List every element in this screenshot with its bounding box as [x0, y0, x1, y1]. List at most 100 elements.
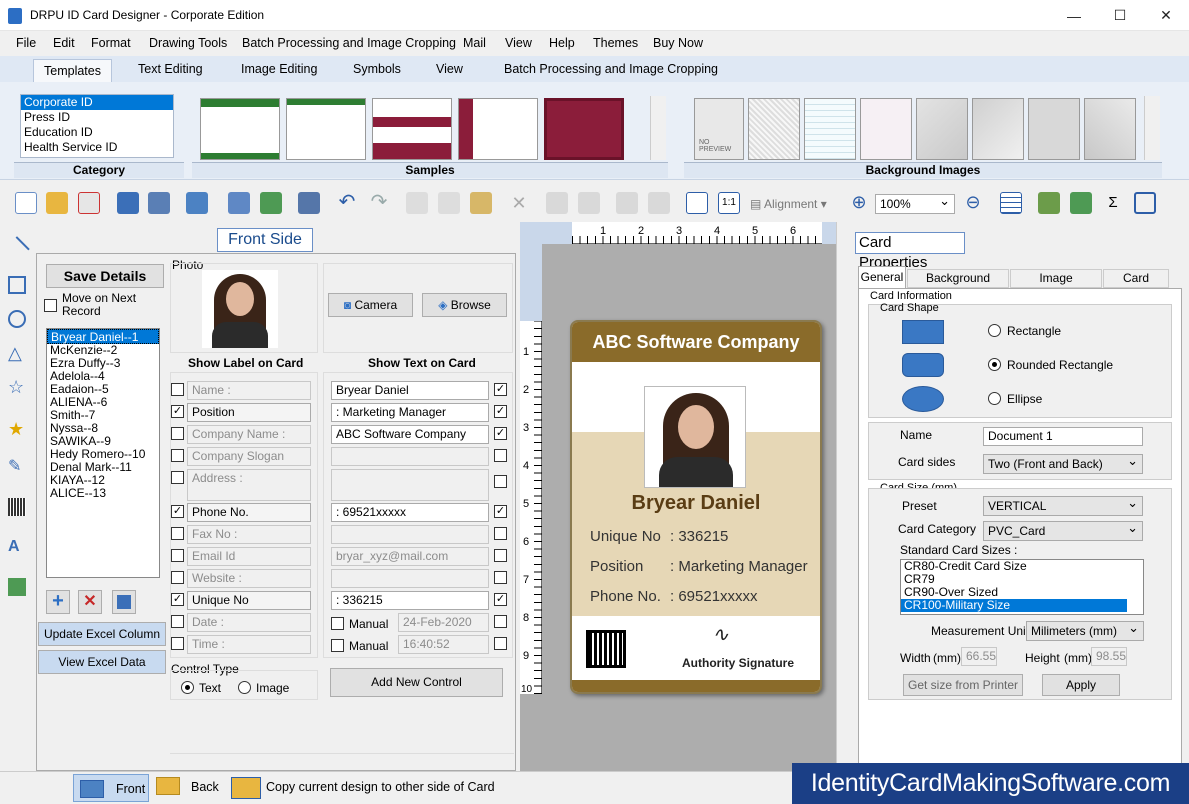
ellipse-radio[interactable] [988, 392, 1001, 405]
tab-text-editing[interactable]: Text Editing [138, 62, 203, 76]
samples-scrollbar[interactable] [650, 96, 666, 160]
label-checkbox[interactable] [171, 549, 184, 562]
horizontal-scrollbar[interactable] [170, 753, 514, 769]
alignment-dropdown[interactable]: ▤ Alignment ▾ [750, 197, 827, 211]
text-radio[interactable] [181, 681, 194, 694]
text-checkbox[interactable] [494, 637, 507, 650]
text-checkbox[interactable]: ✓ [494, 405, 507, 418]
text-field[interactable]: bryar_xyz@mail.com [331, 547, 489, 566]
card-position-label[interactable]: Position [590, 558, 643, 575]
menu-buy-now[interactable]: Buy Now [653, 36, 703, 50]
camera-button[interactable]: ◙ Camera [328, 293, 413, 317]
label-checkbox[interactable] [171, 449, 184, 462]
text-checkbox[interactable] [494, 615, 507, 628]
label-field[interactable]: Name : [187, 381, 311, 400]
date-field[interactable]: 24-Feb-2020 [398, 613, 489, 632]
label-checkbox[interactable] [171, 383, 184, 396]
send-back-icon[interactable] [578, 192, 600, 214]
label-checkbox[interactable]: ✓ [171, 505, 184, 518]
card-phone-label[interactable]: Phone No. [590, 588, 661, 605]
close-button[interactable]: ✕ [1143, 0, 1189, 31]
undo-icon[interactable]: ↶ [336, 192, 358, 214]
card-unique-value[interactable]: : 336215 [670, 528, 728, 545]
rectangle-shape-icon[interactable] [902, 320, 944, 344]
tab-view[interactable]: View [436, 62, 463, 76]
background-thumb[interactable] [860, 98, 912, 160]
records-list[interactable]: Bryear Daniel--1 McKenzie--2 Ezra Duffy-… [46, 328, 160, 578]
rounded-rectangle-shape-icon[interactable] [902, 353, 944, 377]
line-tool-icon[interactable] [4, 236, 30, 262]
background-thumb[interactable] [916, 98, 968, 160]
background-thumb[interactable] [1028, 98, 1080, 160]
open-icon[interactable] [46, 192, 68, 214]
menu-edit[interactable]: Edit [53, 36, 75, 50]
pen-tool-icon[interactable]: ✎ [8, 458, 26, 476]
tab-general[interactable]: General [858, 266, 906, 288]
text-field[interactable]: : Marketing Manager [331, 403, 489, 422]
category-list[interactable]: Corporate ID Press ID Education ID Healt… [20, 94, 174, 158]
shapes-tool-icon[interactable]: ★ [8, 420, 26, 438]
card-category-select[interactable]: PVC_Card [983, 519, 1143, 541]
star-tool-icon[interactable]: ☆ [8, 378, 26, 396]
category-item[interactable]: Corporate ID [21, 95, 173, 110]
image-icon[interactable] [260, 192, 282, 214]
export-icon[interactable] [186, 192, 208, 214]
text-field[interactable] [331, 447, 489, 466]
zoom-in-icon[interactable]: ⊕ [848, 192, 870, 214]
backgrounds-scrollbar[interactable] [1144, 96, 1160, 160]
label-field[interactable]: Address : [187, 469, 311, 501]
signature-image[interactable]: ∿ [712, 622, 729, 646]
text-field[interactable]: : 336215 [331, 591, 489, 610]
ellipse-tool-icon[interactable] [8, 310, 26, 328]
preset-select[interactable]: VERTICAL [983, 494, 1143, 516]
sample-thumb[interactable] [458, 98, 538, 160]
move-next-checkbox[interactable] [44, 299, 57, 312]
front-side-button[interactable]: Front [73, 774, 149, 802]
text-field[interactable] [331, 525, 489, 544]
save-record-icon[interactable] [112, 590, 136, 614]
print-icon[interactable] [298, 192, 320, 214]
label-field[interactable]: Position [187, 403, 311, 422]
apply-button[interactable]: Apply [1042, 674, 1120, 696]
card-sides-select[interactable]: Two (Front and Back) [983, 452, 1143, 474]
text-tool-icon[interactable]: A [8, 538, 26, 556]
redo-icon[interactable]: ↷ [368, 192, 390, 214]
bring-front-icon[interactable] [546, 192, 568, 214]
label-checkbox[interactable] [171, 527, 184, 540]
card-name-input[interactable]: Document 1 [983, 427, 1143, 446]
card-company-name[interactable]: ABC Software Company [572, 322, 820, 362]
triangle-tool-icon[interactable]: △ [8, 344, 26, 362]
excel-icon[interactable] [1070, 192, 1092, 214]
id-card-preview[interactable]: ABC Software Company Bryear Daniel Uniqu… [570, 320, 822, 694]
label-checkbox[interactable]: ✓ [171, 405, 184, 418]
view-excel-button[interactable]: View Excel Data [38, 650, 166, 674]
category-item[interactable]: Press ID [21, 110, 173, 125]
text-checkbox[interactable] [494, 527, 507, 540]
sample-thumb[interactable] [286, 98, 366, 160]
actual-size-icon[interactable]: 1:1 [718, 192, 740, 214]
card-holder-name[interactable]: Bryear Daniel [572, 492, 820, 515]
label-checkbox[interactable]: ✓ [171, 593, 184, 606]
background-thumb[interactable] [804, 98, 856, 160]
add-new-control-button[interactable]: Add New Control [330, 668, 503, 697]
label-field[interactable]: Unique No [187, 591, 311, 610]
category-item[interactable]: Health Service ID [21, 140, 173, 155]
text-field[interactable]: : 69521xxxxx [331, 503, 489, 522]
text-checkbox[interactable] [494, 549, 507, 562]
menu-drawing-tools[interactable]: Drawing Tools [149, 36, 227, 50]
back-card-icon[interactable] [156, 777, 180, 795]
label-field[interactable]: Website : [187, 569, 311, 588]
photo-preview[interactable] [202, 270, 278, 348]
update-excel-button[interactable]: Update Excel Column [38, 622, 166, 646]
copy-icon[interactable] [438, 192, 460, 214]
text-checkbox[interactable]: ✓ [494, 593, 507, 606]
add-record-icon[interactable]: + [46, 590, 70, 614]
properties-scrollbar[interactable] [1183, 288, 1189, 766]
measurement-unit-select[interactable]: Milimeters (mm) [1026, 619, 1144, 641]
save-details-button[interactable]: Save Details [46, 264, 164, 288]
rectangle-radio[interactable] [988, 324, 1001, 337]
delete-record-icon[interactable]: ✕ [78, 590, 102, 614]
menu-batch-processing[interactable]: Batch Processing and Image Cropping [242, 36, 456, 50]
sample-thumb[interactable] [544, 98, 624, 160]
text-field[interactable] [331, 569, 489, 588]
